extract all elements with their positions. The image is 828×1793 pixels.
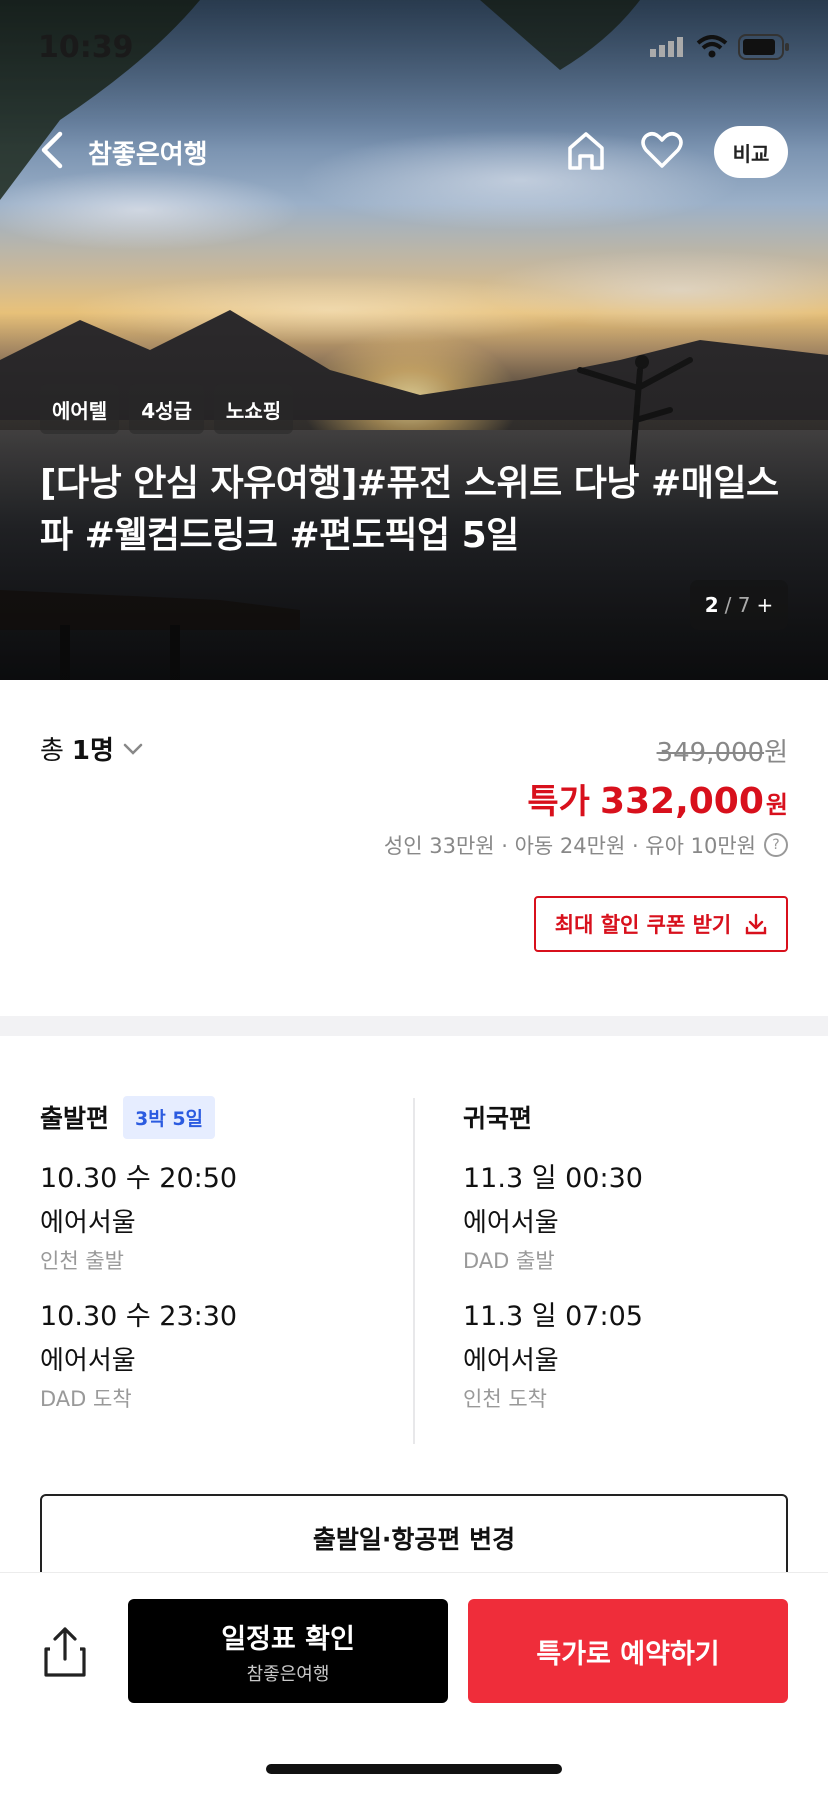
leg-place: DAD 출발 [463,1249,555,1273]
heart-icon[interactable] [640,128,684,172]
coupon-button[interactable]: 최대 할인 쿠폰 받기 [534,896,788,952]
image-counter[interactable]: 2 / 7 + [690,580,788,630]
sale-price: 특가 332,000 원 [527,774,788,823]
original-price: 349,000원 [657,732,788,769]
departure-leg-1: 10.30 수 20:50 에어서울 인천 출발 [40,1160,380,1276]
status-time: 10:39 [38,30,134,65]
departure-column: 출발편 3박 5일 10.30 수 20:50 에어서울 인천 출발 10.30… [40,1095,380,1414]
sale-label: 특가 [527,782,590,822]
brand-name[interactable]: 참좋은여행 [88,134,208,171]
leg-airline: 에어서울 [40,1346,136,1376]
image-total: / 7 [724,593,751,617]
leg-datetime: 11.3 일 07:05 [463,1301,643,1332]
image-more: + [756,593,774,617]
leg-airline: 에어서울 [40,1208,136,1238]
original-price-unit: 원 [764,738,788,768]
book-button[interactable]: 특가로 예약하기 [468,1599,788,1703]
hero-shade [0,0,828,680]
leg-airline: 에어서울 [463,1346,559,1376]
sale-amount: 332,000 [599,781,764,822]
change-flight-button[interactable]: 출발일·항공편 변경 [40,1494,788,1584]
signal-icon [650,37,683,57]
status-bar: 10:39 [0,0,828,100]
back-arrow-icon[interactable] [36,130,70,170]
hero-tags: 에어텔 4성급 노쇼핑 [40,384,294,434]
section-divider [0,1016,828,1036]
home-icon[interactable] [564,128,608,172]
leg-datetime: 10.30 수 20:50 [40,1163,238,1194]
pax-label: 총 [40,736,64,766]
leg-datetime: 10.30 수 23:30 [40,1301,238,1332]
coupon-label: 최대 할인 쿠폰 받기 [554,913,732,937]
image-index: 2 [704,593,719,617]
tag-airtel: 에어텔 [40,384,120,434]
battery-icon [738,34,789,60]
schedule-sub: 참좋은여행 [246,1663,330,1685]
return-leg-2: 11.3 일 07:05 에어서울 인천 도착 [463,1298,803,1414]
original-price-amount: 349,000 [656,738,765,768]
leg-datetime: 11.3 일 00:30 [463,1163,643,1194]
pax-selector[interactable]: 총 1명 [40,730,144,767]
top-nav: 참좋은여행 비교 [0,112,828,192]
wifi-icon [696,35,728,58]
hero-image[interactable]: 10:39 참좋은여행 비교 에어텔 4성급 노쇼핑 [다낭 안심 자유여행]#… [0,0,828,680]
status-icons [650,34,790,60]
download-icon [746,913,767,935]
leg-place: DAD 도착 [40,1387,132,1411]
price-breakdown-text: 성인 33만원 · 아동 24만원 · 유아 10만원 [383,834,756,858]
leg-place: 인천 출발 [40,1249,124,1273]
compare-button[interactable]: 비교 [714,126,788,178]
schedule-label: 일정표 확인 [221,1623,355,1655]
price-section: 총 1명 349,000원 특가 332,000 원 성인 33만원 · 아동 … [0,680,828,1016]
schedule-button[interactable]: 일정표 확인 참좋은여행 [128,1599,448,1703]
flight-section: 출발편 3박 5일 10.30 수 20:50 에어서울 인천 출발 10.30… [0,1036,828,1584]
tag-hotel-grade: 4성급 [129,384,204,434]
product-title: [다낭 안심 자유여행]#퓨전 스위트 다낭 #매일스파 #웰컴드링크 #편도픽… [40,463,779,556]
chevron-down-icon [123,743,143,755]
leg-place: 인천 도착 [463,1387,547,1411]
share-icon[interactable] [40,1625,90,1681]
duration-badge: 3박 5일 [123,1095,216,1139]
departure-title: 출발편 [40,1104,110,1133]
return-column: 귀국편 11.3 일 00:30 에어서울 DAD 출발 11.3 일 07:0… [463,1096,803,1414]
price-breakdown: 성인 33만원 · 아동 24만원 · 유아 10만원 ? [384,830,788,860]
sale-unit: 원 [765,791,788,819]
departure-leg-2: 10.30 수 23:30 에어서울 DAD 도착 [40,1298,380,1414]
pax-count: 1명 [71,736,114,766]
column-divider [413,1098,415,1444]
return-header: 귀국편 [463,1096,803,1138]
home-indicator [266,1764,562,1774]
tag-no-shopping: 노쇼핑 [213,384,294,434]
bottom-action-bar: 일정표 확인 참좋은여행 특가로 예약하기 [0,1572,828,1793]
return-leg-1: 11.3 일 00:30 에어서울 DAD 출발 [463,1160,803,1276]
departure-header: 출발편 3박 5일 [40,1095,380,1139]
help-icon[interactable]: ? [764,833,788,857]
return-title: 귀국편 [463,1104,533,1133]
leg-airline: 에어서울 [463,1208,559,1238]
